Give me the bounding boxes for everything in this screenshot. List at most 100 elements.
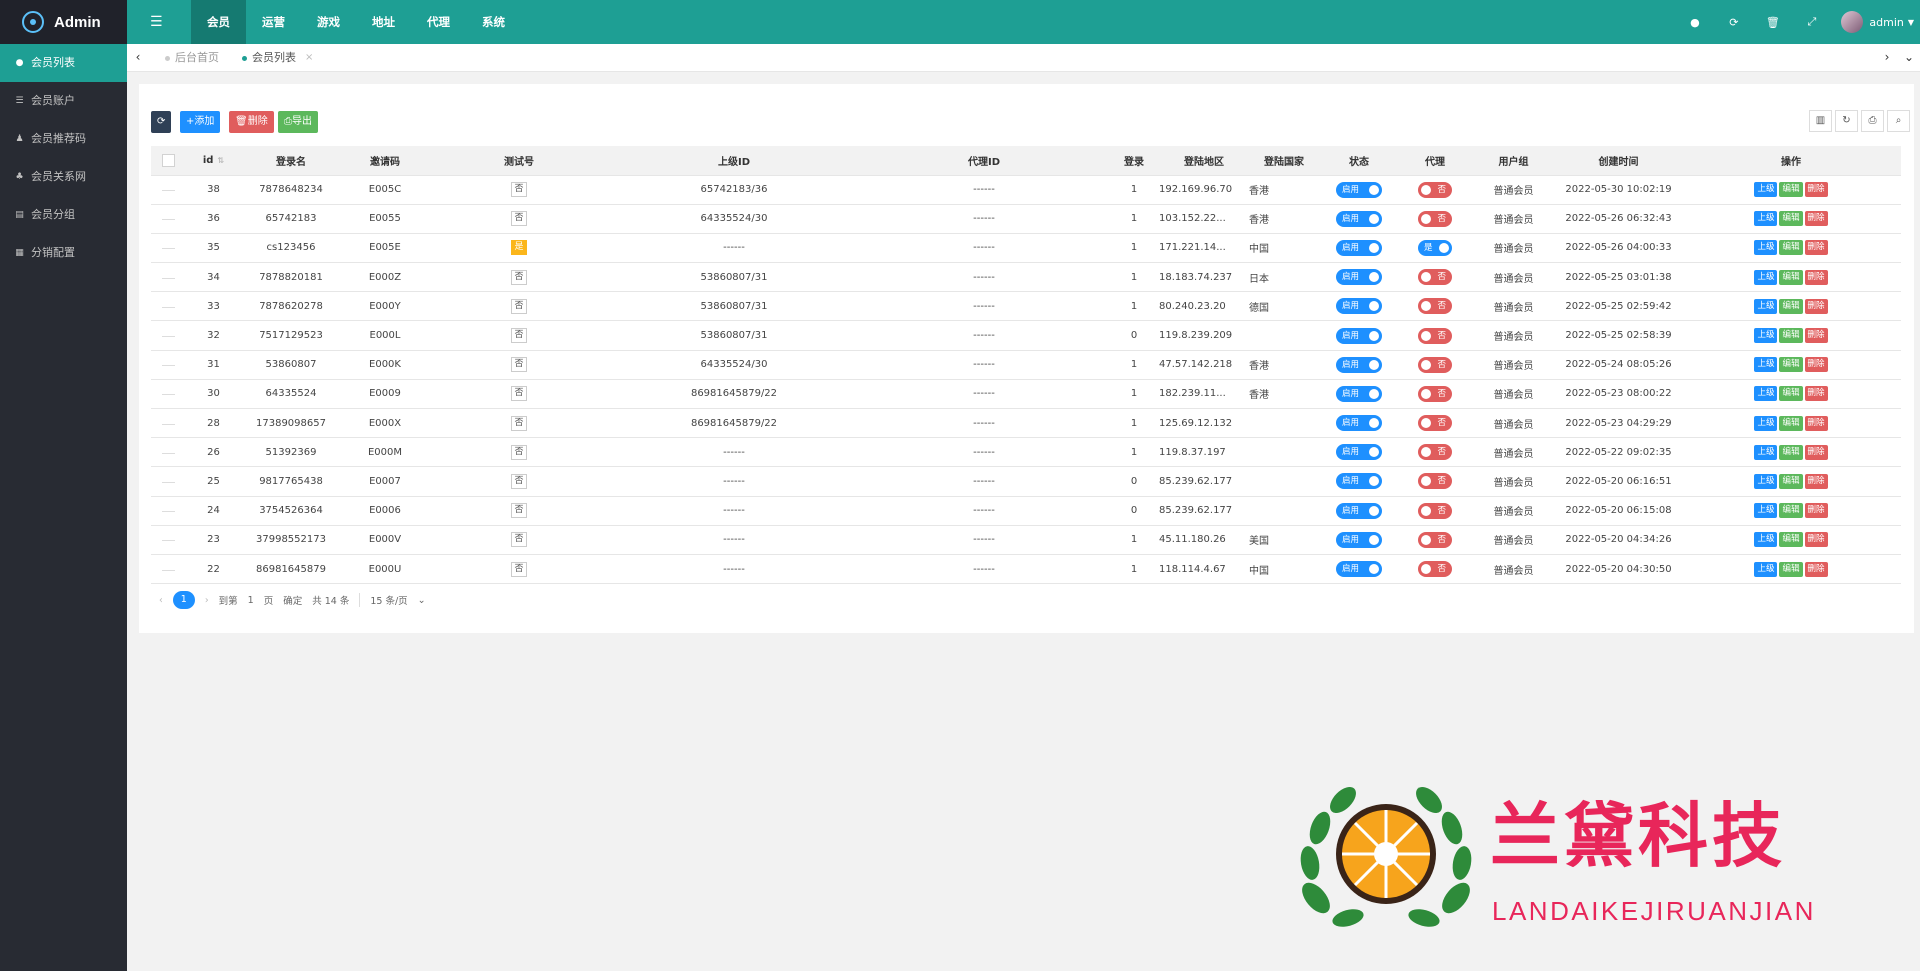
- row-checkbox-cell[interactable]: [151, 437, 186, 468]
- test-toggle[interactable]: 否: [511, 269, 527, 285]
- table-row[interactable]: 26 51392369 E000M 否 ------ ------ 1 119.8.37.19…: [151, 437, 1901, 468]
- parent-button[interactable]: 上级: [1754, 386, 1778, 402]
- theme-icon[interactable]: ●: [1675, 16, 1714, 29]
- fullscreen-icon[interactable]: ⤢: [1792, 15, 1831, 29]
- test-toggle[interactable]: 否: [511, 211, 527, 227]
- proxy-switch[interactable]: 否: [1418, 385, 1452, 402]
- columns-icon[interactable]: ▥: [1809, 110, 1832, 132]
- nav-item-operation[interactable]: 运营: [246, 0, 301, 44]
- confirm-button[interactable]: 确定: [283, 593, 302, 607]
- delete-row-button[interactable]: 删除: [1804, 269, 1828, 285]
- row-checkbox[interactable]: [162, 452, 175, 455]
- table-row[interactable]: 38 7878648234 E005C 否 65742183/36 ------ 1 192.…: [151, 175, 1901, 205]
- table-row[interactable]: 24 3754526364 E0006 否 ------ ------ 0 85.239.62…: [151, 496, 1901, 526]
- nav-item-game[interactable]: 游戏: [301, 0, 356, 44]
- table-row[interactable]: 23 37998552173 E000V 否 ------ ------ 1 45.11.18…: [151, 525, 1901, 555]
- nav-item-member[interactable]: 会员: [191, 0, 246, 44]
- table-row[interactable]: 28 17389098657 E000X 否 86981645879/22 ------ 1…: [151, 408, 1901, 439]
- edit-button[interactable]: 编辑: [1779, 182, 1803, 198]
- add-button[interactable]: +添加: [180, 111, 221, 133]
- delete-row-button[interactable]: 删除: [1804, 182, 1828, 198]
- parent-button[interactable]: 上级: [1754, 473, 1778, 489]
- print-icon[interactable]: ⎙: [1861, 110, 1884, 132]
- reload-icon[interactable]: ↻: [1835, 110, 1858, 132]
- test-toggle[interactable]: 否: [511, 561, 527, 577]
- edit-button[interactable]: 编辑: [1779, 298, 1803, 314]
- table-row[interactable]: 30 64335524 E0009 否 86981645879/22 ------ 1 182…: [151, 379, 1901, 410]
- test-toggle[interactable]: 否: [511, 298, 527, 314]
- hamburger-icon[interactable]: ☰: [150, 14, 163, 30]
- parent-button[interactable]: 上级: [1754, 269, 1778, 285]
- chevron-left-icon[interactable]: ‹: [127, 44, 149, 72]
- row-checkbox-cell[interactable]: [151, 496, 186, 526]
- table-row[interactable]: 31 53860807 E000K 否 64335524/30 ------ 1 47.57.…: [151, 350, 1901, 380]
- table-row[interactable]: 32 7517129523 E000L 否 53860807/31 ------ 0 119.…: [151, 320, 1901, 351]
- edit-button[interactable]: 编辑: [1779, 473, 1803, 489]
- test-toggle[interactable]: 否: [511, 386, 527, 402]
- proxy-switch[interactable]: 否: [1418, 502, 1452, 519]
- refresh-button[interactable]: ⟳: [151, 111, 172, 133]
- table-row[interactable]: 33 7878620278 E000Y 否 53860807/31 ------ 1 80.2…: [151, 291, 1901, 322]
- edit-button[interactable]: 编辑: [1779, 415, 1803, 431]
- edit-button[interactable]: 编辑: [1779, 240, 1803, 256]
- row-checkbox[interactable]: [162, 394, 175, 396]
- select-all-checkbox[interactable]: [162, 153, 175, 167]
- proxy-switch[interactable]: 否: [1418, 210, 1452, 227]
- status-switch[interactable]: 启用: [1336, 531, 1382, 548]
- proxy-switch[interactable]: 是: [1418, 239, 1452, 256]
- test-toggle[interactable]: 否: [511, 473, 527, 489]
- status-switch[interactable]: 启用: [1336, 356, 1382, 373]
- delete-row-button[interactable]: 删除: [1804, 357, 1828, 373]
- goto-input[interactable]: 1: [248, 595, 254, 606]
- parent-button[interactable]: 上级: [1754, 182, 1778, 198]
- status-switch[interactable]: 启用: [1336, 181, 1382, 198]
- sidebar-item-member-list[interactable]: ● 会员列表: [0, 44, 127, 82]
- status-switch[interactable]: 启用: [1336, 210, 1382, 227]
- delete-row-button[interactable]: 删除: [1804, 503, 1828, 519]
- status-switch[interactable]: 启用: [1336, 298, 1382, 315]
- row-checkbox-cell[interactable]: [151, 525, 186, 555]
- status-switch[interactable]: 启用: [1336, 239, 1382, 256]
- status-switch[interactable]: 启用: [1336, 444, 1382, 461]
- test-toggle[interactable]: 否: [511, 503, 527, 519]
- table-row[interactable]: 35 cs123456 E005E 是 ------ ------ 1 171.221.14.…: [151, 233, 1901, 264]
- nav-item-agent[interactable]: 代理: [411, 0, 466, 44]
- proxy-switch[interactable]: 否: [1418, 327, 1452, 344]
- edit-button[interactable]: 编辑: [1779, 357, 1803, 373]
- avatar[interactable]: [1841, 11, 1864, 33]
- row-checkbox[interactable]: [162, 336, 175, 338]
- delete-row-button[interactable]: 删除: [1804, 473, 1828, 489]
- row-checkbox[interactable]: [162, 540, 175, 542]
- table-row[interactable]: 36 65742183 E0055 否 64335524/30 ------ 1 103.15…: [151, 204, 1901, 234]
- edit-button[interactable]: 编辑: [1779, 269, 1803, 285]
- chevron-down-icon[interactable]: ⌄: [1898, 44, 1920, 72]
- parent-button[interactable]: 上级: [1754, 240, 1778, 256]
- caret-down-icon[interactable]: ▼: [1908, 18, 1914, 27]
- sidebar-item-referral-code[interactable]: ♟ 会员推荐码: [0, 120, 127, 158]
- proxy-switch[interactable]: 否: [1418, 298, 1452, 315]
- parent-button[interactable]: 上级: [1754, 211, 1778, 227]
- status-switch[interactable]: 启用: [1336, 415, 1382, 432]
- refresh-icon[interactable]: ⟳: [1714, 16, 1753, 29]
- sort-icon[interactable]: ⇅: [217, 156, 224, 165]
- select-all-header[interactable]: [151, 146, 186, 176]
- proxy-switch[interactable]: 否: [1418, 561, 1452, 578]
- row-checkbox[interactable]: [162, 511, 175, 513]
- delete-row-button[interactable]: 删除: [1804, 561, 1828, 577]
- parent-button[interactable]: 上级: [1754, 415, 1778, 431]
- user-name[interactable]: admin: [1869, 16, 1903, 29]
- edit-button[interactable]: 编辑: [1779, 328, 1803, 344]
- delete-row-button[interactable]: 删除: [1804, 386, 1828, 402]
- proxy-switch[interactable]: 否: [1418, 531, 1452, 548]
- chevron-left-icon[interactable]: ‹: [159, 595, 163, 606]
- test-toggle[interactable]: 否: [511, 444, 527, 460]
- delete-row-button[interactable]: 删除: [1804, 240, 1828, 256]
- sidebar-item-member-account[interactable]: ☰ 会员账户: [0, 82, 127, 120]
- row-checkbox[interactable]: [162, 481, 175, 484]
- row-checkbox-cell[interactable]: [151, 379, 186, 410]
- per-page-select[interactable]: 15 条/页: [370, 593, 407, 607]
- row-checkbox-cell[interactable]: [151, 320, 186, 351]
- parent-button[interactable]: 上级: [1754, 561, 1778, 577]
- row-checkbox-cell[interactable]: [151, 408, 186, 439]
- delete-row-button[interactable]: 删除: [1804, 444, 1828, 460]
